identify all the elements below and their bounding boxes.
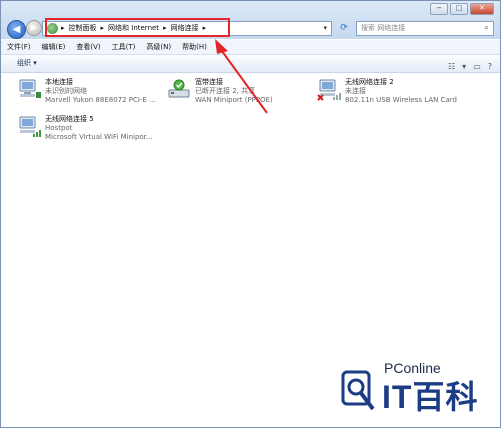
search-input[interactable]: 搜索 网络连接 ⌕ xyxy=(356,21,494,36)
window-controls: − □ ✕ xyxy=(430,3,494,15)
title-bar: − □ ✕ ◀ ▶ ▸ 控制面板 ▸ 网络和 Internet ▸ 网络连接 ▸… xyxy=(1,1,500,39)
menu-file[interactable]: 文件(F) xyxy=(1,40,36,54)
wired-network-icon xyxy=(19,79,41,98)
maximize-button[interactable]: □ xyxy=(450,3,468,15)
broadband-modem-icon xyxy=(168,79,190,98)
connection-status: Hostpot xyxy=(45,124,73,132)
wireless-network-disconnected-icon xyxy=(317,79,341,101)
wireless-network-icon xyxy=(19,116,41,137)
refresh-icon[interactable]: ⟳ xyxy=(335,21,353,36)
view-dropdown-icon[interactable]: ▾ xyxy=(462,58,466,75)
connection-name: 本地连接 xyxy=(45,78,73,86)
connection-device: Microsoft Virtual WiFi Minipor... xyxy=(45,133,153,141)
menu-advanced[interactable]: 高级(N) xyxy=(140,40,176,54)
search-placeholder: 搜索 网络连接 xyxy=(361,24,406,32)
pconline-logo: PConline IT百科 xyxy=(338,357,494,421)
address-dropdown-icon[interactable]: ▾ xyxy=(323,22,327,35)
connection-name: 宽带连接 xyxy=(195,78,223,86)
command-bar: 组织 ▾ ☷ ▾ ▭ ? xyxy=(1,55,500,73)
preview-pane-icon[interactable]: ▭ xyxy=(473,58,481,75)
logo-main-text: IT百科 xyxy=(382,379,479,415)
network-connections-window: − □ ✕ ◀ ▶ ▸ 控制面板 ▸ 网络和 Internet ▸ 网络连接 ▸… xyxy=(0,0,501,428)
connection-name: 无线网络连接 5 xyxy=(45,115,94,123)
minimize-button[interactable]: − xyxy=(430,3,448,15)
close-button[interactable]: ✕ xyxy=(470,3,494,15)
connection-device: WAN Miniport (PPPOE) xyxy=(195,96,273,104)
menu-tools[interactable]: 工具(T) xyxy=(106,40,141,54)
menu-view[interactable]: 查看(V) xyxy=(70,40,105,54)
view-controls: ☷ ▾ ▭ ? xyxy=(448,58,492,75)
help-icon[interactable]: ? xyxy=(488,58,492,75)
menu-help[interactable]: 帮助(H) xyxy=(176,40,212,54)
connection-device: Marvell Yukon 88E8072 PCI-E ... xyxy=(45,96,156,104)
logo-brand-text: PConline xyxy=(384,360,441,376)
menu-bar: 文件(F) 编辑(E) 查看(V) 工具(T) 高级(N) 帮助(H) xyxy=(1,40,500,55)
connection-name: 无线网络连接 2 xyxy=(345,78,394,86)
forward-button[interactable]: ▶ xyxy=(26,20,42,36)
magnifier-logo-icon xyxy=(341,370,375,411)
connection-status: 未识别的网络 xyxy=(45,87,87,95)
change-view-icon[interactable]: ☷ xyxy=(448,58,455,75)
connection-status: 已断开连接 2, 共享 xyxy=(195,87,256,95)
annotation-highlight-box xyxy=(45,18,230,37)
organize-button[interactable]: 组织 ▾ xyxy=(17,55,37,72)
search-icon[interactable]: ⌕ xyxy=(484,22,489,35)
connection-status: 未连接 xyxy=(345,87,366,95)
back-button[interactable]: ◀ xyxy=(7,20,26,39)
menu-edit[interactable]: 编辑(E) xyxy=(36,40,71,54)
connection-device: 802.11n USB Wireless LAN Card xyxy=(345,96,457,104)
